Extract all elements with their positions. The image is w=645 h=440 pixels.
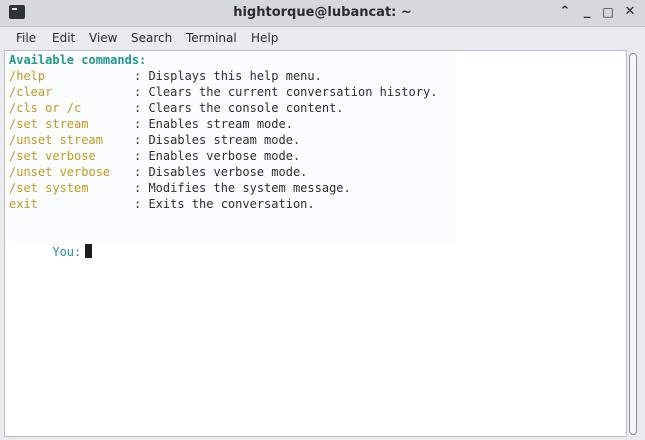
input-prompt-line[interactable]: You: bbox=[9, 228, 93, 276]
command-description: : Clears the console content. bbox=[134, 101, 344, 115]
command-name: /unset stream bbox=[9, 133, 103, 147]
command-name: /cls or /c bbox=[9, 101, 82, 115]
command-description: : Clears the current conversation histor… bbox=[134, 85, 438, 99]
command-name: /clear bbox=[9, 85, 53, 99]
command-description: : Displays this help menu. bbox=[134, 69, 322, 83]
chevron-up-icon[interactable]: ⌃ bbox=[557, 4, 573, 20]
command-name: /set system bbox=[9, 181, 89, 195]
command-name: /set verbose bbox=[9, 149, 96, 163]
command-name: /help bbox=[9, 69, 46, 83]
window-title: hightorque@lubancat: ~ bbox=[233, 5, 412, 20]
menu-search[interactable]: Search bbox=[131, 31, 172, 45]
commands-heading: Available commands: bbox=[9, 53, 147, 67]
command-description: : Exits the conversation. bbox=[134, 197, 315, 211]
menu-view[interactable]: View bbox=[89, 31, 117, 45]
minimize-icon[interactable]: _ bbox=[579, 4, 595, 20]
prompt-label: You: bbox=[52, 245, 82, 259]
vertical-scrollbar[interactable] bbox=[627, 50, 639, 436]
command-description: : Enables stream mode. bbox=[134, 117, 293, 131]
command-name: exit bbox=[9, 197, 38, 211]
command-description: : Modifies the system message. bbox=[134, 181, 351, 195]
command-description: : Disables verbose mode. bbox=[134, 165, 308, 179]
menu-terminal[interactable]: Terminal bbox=[186, 31, 237, 45]
menu-edit[interactable]: Edit bbox=[52, 31, 75, 45]
maximize-icon[interactable]: □ bbox=[600, 4, 616, 20]
menu-help[interactable]: Help bbox=[251, 31, 278, 45]
command-name: /unset verbose bbox=[9, 165, 111, 179]
menu-file[interactable]: File bbox=[16, 31, 36, 45]
title-bar[interactable]: hightorque@lubancat: ~ ⌃ _ □ ✕ bbox=[0, 0, 645, 27]
command-name: /set stream bbox=[9, 117, 89, 131]
terminal-window: hightorque@lubancat: ~ ⌃ _ □ ✕ File Edit… bbox=[0, 0, 645, 440]
command-description: : Enables verbose mode. bbox=[134, 149, 301, 163]
close-icon[interactable]: ✕ bbox=[622, 4, 638, 20]
terminal-output[interactable]: Available commands: /help : Displays thi… bbox=[4, 50, 627, 437]
scrollbar-thumb[interactable] bbox=[629, 53, 637, 435]
menu-bar: File Edit View Search Terminal Help bbox=[0, 27, 645, 49]
command-description: : Disables stream mode. bbox=[134, 133, 301, 147]
text-cursor bbox=[85, 244, 93, 258]
